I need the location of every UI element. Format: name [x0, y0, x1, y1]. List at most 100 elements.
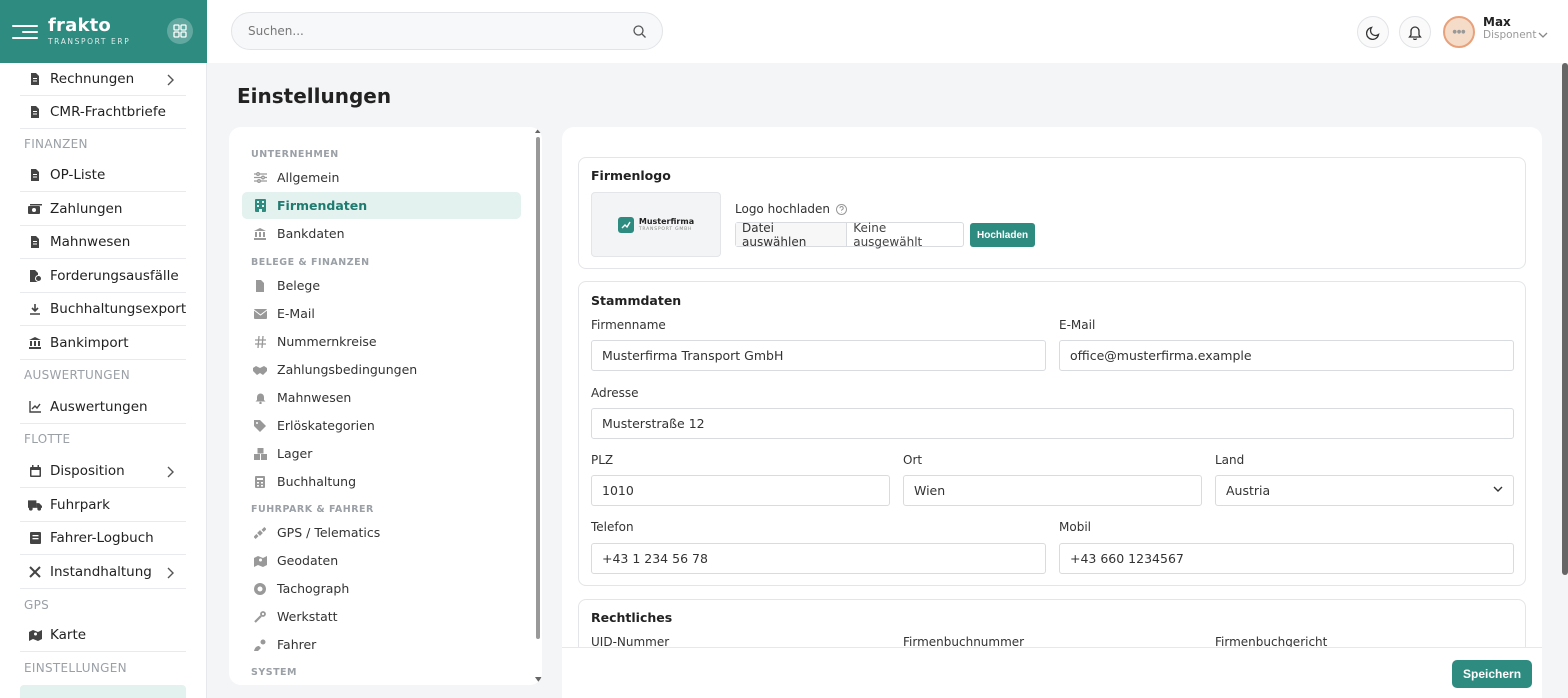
document-icon	[253, 279, 267, 293]
mail-icon	[253, 307, 267, 321]
document-x-icon	[28, 269, 42, 283]
settings-item-belege[interactable]: Belege	[242, 272, 521, 299]
settings-heading-unternehmen: UNTERNEHMEN	[251, 149, 339, 160]
brand-logo[interactable]: frakto TRANSPORT ERP	[48, 17, 130, 46]
settings-item-werkstatt[interactable]: Werkstatt	[242, 603, 521, 630]
sidebar-item-label: Zahlungen	[50, 201, 123, 217]
settings-item-geodaten[interactable]: Geodaten	[242, 547, 521, 574]
document-icon	[28, 168, 42, 182]
chart-line-icon	[28, 400, 42, 414]
adresse-label: Adresse	[591, 386, 639, 400]
email-field[interactable]: office@musterfirma.example	[1059, 340, 1514, 371]
tachograph-icon	[253, 582, 267, 596]
sidebar-item-zahlungen[interactable]: Zahlungen	[20, 193, 186, 226]
sidebar-item-mahnwesen[interactable]: Mahnwesen	[20, 226, 186, 259]
search-icon[interactable]	[633, 25, 646, 38]
sidebar-item-karte[interactable]: Karte	[20, 619, 186, 652]
mobil-field[interactable]: +43 660 1234567	[1059, 543, 1514, 574]
settings-item-label: Buchhaltung	[277, 474, 357, 489]
bank-icon	[28, 336, 42, 350]
upload-button[interactable]: Hochladen	[970, 223, 1036, 247]
sidebar-section-flotte: FLOTTE	[24, 432, 71, 446]
sidebar-item-forderungsausfaelle[interactable]: Forderungsausfälle	[20, 260, 186, 293]
avatar[interactable]: ●●●	[1443, 16, 1475, 48]
sidebar-item-op-liste[interactable]: OP-Liste	[20, 159, 186, 192]
settings-item-erloeskategorien[interactable]: Erlöskategorien	[242, 412, 521, 439]
brand-header: frakto TRANSPORT ERP	[0, 0, 207, 63]
sidebar-item-cmr[interactable]: CMR-Frachtbriefe	[20, 96, 186, 129]
scroll-up-arrow-icon[interactable]	[535, 128, 542, 133]
ort-field[interactable]: Wien	[903, 475, 1202, 506]
settings-item-fahrer[interactable]: Fahrer	[242, 631, 521, 658]
rechtliches-title: Rechtliches	[591, 610, 673, 625]
save-button[interactable]: Speichern	[1452, 660, 1533, 688]
settings-item-nummernkreise[interactable]: Nummernkreise	[242, 328, 521, 355]
sidebar-item-label: Buchhaltungsexport	[50, 301, 187, 317]
settings-heading-belege: BELEGE & FINANZEN	[251, 257, 370, 268]
hash-icon	[253, 335, 267, 349]
page-scrollbar[interactable]	[1562, 63, 1568, 575]
sidebar-item-fuhrpark[interactable]: Fuhrpark	[20, 489, 186, 522]
notifications-button[interactable]	[1399, 16, 1431, 48]
driver-icon	[253, 638, 267, 652]
sidebar-item-auswertungen[interactable]: Auswertungen	[20, 391, 186, 424]
settings-item-label: Firmendaten	[277, 198, 368, 213]
sidebar-item-buchhaltungsexport[interactable]: Buchhaltungsexport	[20, 293, 186, 326]
settings-heading-fuhrpark: FUHRPARK & FAHRER	[251, 504, 374, 515]
search-input[interactable]: Suchen...	[231, 12, 663, 50]
map-icon	[253, 554, 267, 568]
page-title: Einstellungen	[237, 84, 392, 108]
bell-icon	[253, 391, 267, 405]
firmenname-field[interactable]: Musterfirma Transport GmbH	[591, 340, 1046, 371]
sidebar-item-bankimport[interactable]: Bankimport	[20, 327, 186, 360]
land-value: Austria	[1226, 483, 1271, 498]
money-icon	[28, 202, 42, 216]
sidebar-section-einstellungen: EINSTELLUNGEN	[24, 661, 127, 675]
calculator-icon	[253, 475, 267, 489]
settings-nav-scrollbar[interactable]	[536, 137, 540, 639]
download-icon	[28, 302, 42, 316]
menu-toggle-icon[interactable]	[12, 22, 38, 42]
sidebar-item-rechnungen[interactable]: Rechnungen	[20, 63, 186, 96]
action-bar: Speichern	[562, 647, 1542, 698]
scroll-down-arrow-icon[interactable]	[535, 677, 542, 682]
telefon-field[interactable]: +43 1 234 56 78	[591, 543, 1046, 574]
sidebar-item-disposition[interactable]: Disposition	[20, 455, 186, 488]
chevron-down-icon	[1493, 486, 1503, 492]
settings-item-mahnwesen[interactable]: Mahnwesen	[242, 384, 521, 411]
logo-file-input[interactable]: Datei auswählen Keine ausgewählt	[735, 220, 964, 249]
settings-item-tachograph[interactable]: Tachograph	[242, 575, 521, 602]
settings-item-gps-telematics[interactable]: GPS / Telematics	[242, 519, 521, 546]
sidebar-item-instandhaltung[interactable]: Instandhaltung	[20, 556, 186, 589]
settings-item-firmendaten[interactable]: Firmendaten	[242, 192, 521, 219]
settings-nav: UNTERNEHMEN Allgemein Firmendaten Bankda…	[229, 127, 542, 685]
settings-item-label: Belege	[277, 278, 321, 293]
sidebar-item-fahrer-logbuch[interactable]: Fahrer-Logbuch	[20, 522, 186, 555]
logo-upload-label: Logo hochladen	[735, 202, 848, 216]
land-select[interactable]: Austria	[1215, 475, 1514, 506]
settings-item-zahlungsbedingungen[interactable]: Zahlungsbedingungen	[242, 356, 521, 383]
logo-upload-label-text: Logo hochladen	[735, 202, 831, 216]
help-icon[interactable]	[836, 203, 848, 215]
file-status: Keine ausgewählt	[853, 220, 923, 249]
settings-item-allgemein[interactable]: Allgemein	[242, 164, 521, 191]
settings-item-buchhaltung[interactable]: Buchhaltung	[242, 468, 521, 495]
logo-preview-tagline: TRANSPORT GMBH	[638, 226, 693, 232]
settings-item-bankdaten[interactable]: Bankdaten	[242, 220, 521, 247]
user-name: Max	[1483, 15, 1511, 29]
sidebar-item-active-settings[interactable]	[20, 685, 186, 698]
apps-grid-button[interactable]	[167, 18, 193, 44]
settings-item-email[interactable]: E-Mail	[242, 300, 521, 327]
settings-item-lager[interactable]: Lager	[242, 440, 521, 467]
choose-file-button[interactable]: Datei auswählen	[736, 221, 848, 249]
stammdaten-title: Stammdaten	[591, 293, 682, 308]
sidebar-item-label: Rechnungen	[50, 71, 135, 87]
handshake-icon	[253, 363, 267, 377]
sidebar-item-label: Forderungsausfälle	[50, 268, 179, 284]
document-icon	[28, 105, 42, 119]
plz-field[interactable]: 1010	[591, 475, 890, 506]
dark-mode-button[interactable]	[1357, 16, 1389, 48]
adresse-field[interactable]: Musterstraße 12	[591, 408, 1514, 439]
user-menu[interactable]: Max Disponent	[1483, 15, 1548, 42]
bank-icon	[253, 227, 267, 241]
